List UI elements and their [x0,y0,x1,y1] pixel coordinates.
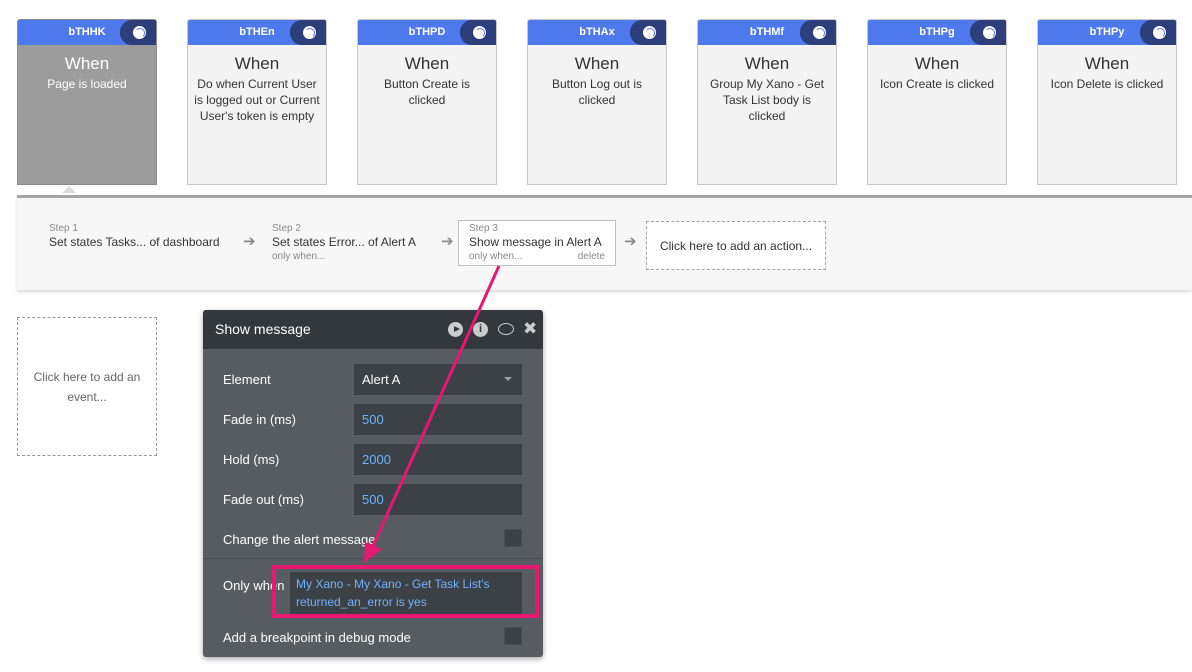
fade-in-row: Fade in (ms) 500 [223,404,523,436]
event-when-label: When [744,54,790,73]
fade-out-label: Fade out (ms) [223,492,304,507]
toggle-knob-icon [983,26,996,39]
event-id: bTHPD [408,26,446,38]
breakpoint-row: Add a breakpoint in debug mode [223,622,523,654]
arrow-right-icon: ➔ [243,233,256,250]
event-id: bTHAx [579,26,615,38]
event-description: Group My Xano - Get Task List body is cl… [709,77,825,123]
event-card-bTHPD[interactable]: bTHPD When Button Create is clicked [357,19,497,185]
event-toggle[interactable] [970,20,1006,45]
add-event-button[interactable]: Click here to add an event... [17,317,157,456]
event-card-header: bTHHK [18,20,156,45]
element-label: Element [223,372,271,387]
toggle-knob-icon [643,26,656,39]
info-icon[interactable]: i [473,322,488,337]
hold-input[interactable]: 2000 [354,444,522,475]
event-toggle[interactable] [1140,20,1176,45]
panel-title: Show message [215,321,311,337]
event-description: Do when Current User is logged out or Cu… [194,77,320,123]
arrow-right-icon: ➔ [441,233,454,250]
show-message-panel: Show message i ✖ Element Alert A Fade in… [203,310,543,657]
add-action-button[interactable]: Click here to add an action... [646,221,826,270]
toggle-knob-icon [133,26,146,39]
breakpoint-checkbox[interactable] [504,627,522,645]
event-toggle[interactable] [630,20,666,45]
step-condition-hint: only when... [272,251,326,262]
event-card-header: bTHPg [868,20,1006,45]
event-card-header: bTHMf [698,20,836,45]
element-row: Element Alert A [223,364,523,396]
event-toggle[interactable] [290,20,326,45]
toggle-knob-icon [473,26,486,39]
hold-label: Hold (ms) [223,452,280,467]
only-when-condition-input[interactable]: My Xano - My Xano - Get Task List's retu… [290,572,522,614]
arrow-right-icon: ➔ [624,233,637,250]
event-card-bTHAx[interactable]: bTHAx When Button Log out is clicked [527,19,667,185]
event-id: bTHPg [919,26,955,38]
event-card-bTHPy[interactable]: bTHPy When Icon Delete is clicked [1037,19,1177,185]
event-card-header: bTHPy [1038,20,1176,45]
fade-in-input[interactable]: 500 [354,404,522,435]
step-title: Show message in Alert A [469,235,602,249]
step-number: Step 2 [272,223,301,234]
event-id: bTHPy [1089,26,1125,38]
workflow-steps-bar: Step 1 Set states Tasks... of dashboard … [17,195,1192,290]
only-when-label: Only when [223,578,285,593]
event-toggle[interactable] [120,20,156,45]
element-dropdown[interactable]: Alert A [354,364,522,395]
event-card-header: bTHEn [188,20,326,45]
comment-icon[interactable] [498,323,514,335]
delete-step-button[interactable]: delete [578,251,605,262]
event-id: bTHHK [68,26,106,38]
step-3[interactable]: Step 3 Show message in Alert A only when… [458,220,616,266]
event-card-bTHHK[interactable]: bTHHK When Page is loaded [17,19,157,185]
step-title: Set states Error... of Alert A [272,235,417,249]
panel-divider [203,558,543,559]
event-description: Button Create is clicked [383,77,471,107]
step-number: Step 3 [469,223,498,234]
fade-out-input[interactable]: 500 [354,484,522,515]
event-when-label: When [234,54,280,73]
event-card-header: bTHPD [358,20,496,45]
event-when-label: When [914,54,960,73]
event-when-label: When [574,54,620,73]
event-card-bTHEn[interactable]: bTHEn When Do when Current User is logge… [187,19,327,185]
event-id: bTHEn [239,26,275,38]
breakpoint-label: Add a breakpoint in debug mode [223,630,411,645]
fade-in-label: Fade in (ms) [223,412,296,427]
event-card-bTHMf[interactable]: bTHMf When Group My Xano - Get Task List… [697,19,837,185]
event-description: Button Log out is clicked [551,77,643,107]
event-when-label: When [64,54,110,73]
event-card-header: bTHAx [528,20,666,45]
event-description: Icon Delete is clicked [1050,77,1164,91]
selected-event-pointer [62,186,76,193]
toggle-knob-icon [1153,26,1166,39]
panel-header: Show message i ✖ [203,310,543,349]
event-description: Page is loaded [47,77,127,91]
close-icon[interactable]: ✖ [523,319,537,339]
change-message-row: Change the alert message [223,524,523,556]
event-id: bTHMf [749,26,785,38]
step-1[interactable]: Step 1 Set states Tasks... of dashboard [49,223,220,249]
event-toggle[interactable] [800,20,836,45]
event-card-bTHPg[interactable]: bTHPg When Icon Create is clicked [867,19,1007,185]
hold-row: Hold (ms) 2000 [223,444,523,476]
event-toggle[interactable] [460,20,496,45]
step-2[interactable]: Step 2 Set states Error... of Alert A on… [272,223,416,262]
step-title: Set states Tasks... of dashboard [49,235,220,249]
change-message-label: Change the alert message [223,532,376,547]
fade-out-row: Fade out (ms) 500 [223,484,523,516]
play-icon[interactable] [448,322,463,337]
change-message-checkbox[interactable] [504,529,522,547]
toggle-knob-icon [813,26,826,39]
step-number: Step 1 [49,223,78,234]
event-description: Icon Create is clicked [879,77,995,91]
event-when-label: When [404,54,450,73]
event-when-label: When [1084,54,1130,73]
toggle-knob-icon [303,26,316,39]
